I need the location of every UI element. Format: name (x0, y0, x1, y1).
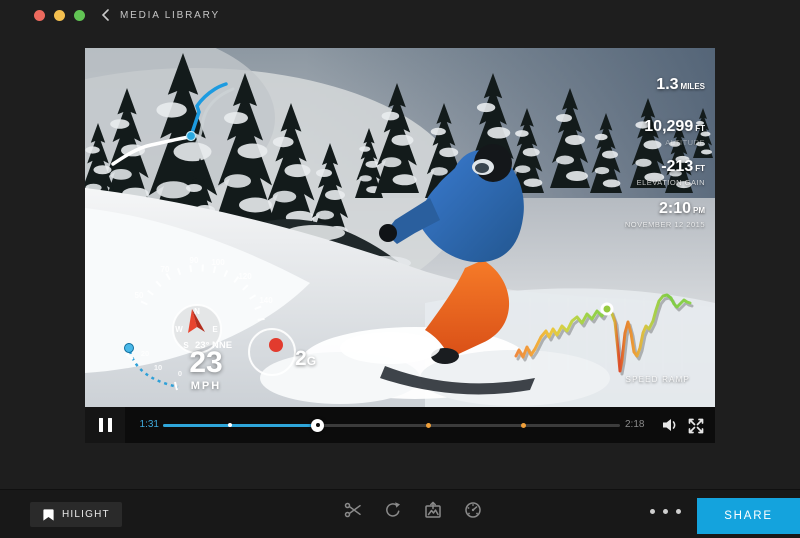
duration: 2:18 (625, 419, 655, 430)
minimize-button[interactable] (54, 10, 65, 21)
timeline-progress (163, 424, 318, 427)
more-options-button[interactable] (644, 503, 687, 520)
compass-w: W (175, 325, 183, 334)
hilight-tag-icon (42, 508, 55, 522)
fullscreen-button[interactable] (685, 415, 707, 437)
speed-readout: 23 MPH (171, 348, 241, 392)
svg-text:120: 120 (238, 272, 252, 281)
page-title: MEDIA LIBRARY (120, 10, 220, 21)
speed-ramp-label: SPEED RAMP (626, 375, 690, 384)
svg-text:140: 140 (259, 296, 273, 305)
compass-e: E (212, 325, 218, 334)
hilight-marker[interactable] (521, 423, 526, 428)
elevation-gain-stat: -213FT ELEVATION GAIN (545, 158, 705, 187)
svg-text:10: 10 (154, 363, 162, 372)
ellipsis-icon (650, 509, 655, 514)
video-player[interactable]: 50 70 90 100 120 140 20 10 0 (85, 48, 715, 443)
altitude-stat: 10,299FT ALTITUDE (545, 118, 705, 147)
gforce-readout: 2G (295, 347, 316, 371)
rotate-icon (384, 501, 402, 519)
share-button[interactable]: SHARE (697, 498, 800, 534)
pause-button[interactable] (85, 407, 125, 443)
svg-text:100: 100 (211, 258, 225, 267)
svg-text:90: 90 (190, 256, 199, 265)
window-controls (34, 10, 85, 21)
frame-grab-button[interactable] (420, 497, 446, 523)
current-time: 1:31 (131, 419, 159, 430)
back-button[interactable] (99, 7, 112, 23)
close-button[interactable] (34, 10, 45, 21)
svg-text:70: 70 (161, 265, 170, 274)
ellipsis-icon (676, 509, 681, 514)
compass-n: N (194, 307, 200, 316)
frame-grab-icon (424, 501, 442, 519)
footer-toolbar: HILIGHT (0, 489, 800, 538)
volume-button[interactable] (659, 415, 681, 435)
distance-stat: 1.3MILES (545, 76, 705, 94)
speed-gauge-button[interactable] (460, 497, 486, 523)
volume-icon (661, 417, 679, 433)
ellipsis-icon (663, 509, 668, 514)
clock-stat: 2:10PM NOVEMBER 12 2015 (545, 200, 705, 229)
player-controls: 1:31 2:18 (85, 407, 715, 443)
rotate-button[interactable] (380, 497, 406, 523)
pause-icon (108, 418, 112, 432)
pause-icon (99, 418, 103, 432)
fullscreen-icon (687, 417, 705, 435)
trim-button[interactable] (340, 497, 366, 523)
hilight-button[interactable]: HILIGHT (30, 502, 122, 527)
svg-text:20: 20 (141, 349, 149, 358)
gauge-icon (464, 501, 482, 519)
timeline-track[interactable] (163, 421, 620, 429)
app-window: MEDIA LIBRARY (0, 0, 800, 538)
scissors-icon (344, 501, 362, 519)
edit-tools (340, 497, 486, 523)
svg-text:50: 50 (135, 291, 144, 300)
zoom-button[interactable] (74, 10, 85, 21)
chevron-left-icon (101, 9, 110, 21)
hilight-button-label: HILIGHT (62, 509, 110, 520)
timeline-scrubber[interactable] (311, 419, 324, 432)
titlebar: MEDIA LIBRARY (0, 0, 800, 30)
